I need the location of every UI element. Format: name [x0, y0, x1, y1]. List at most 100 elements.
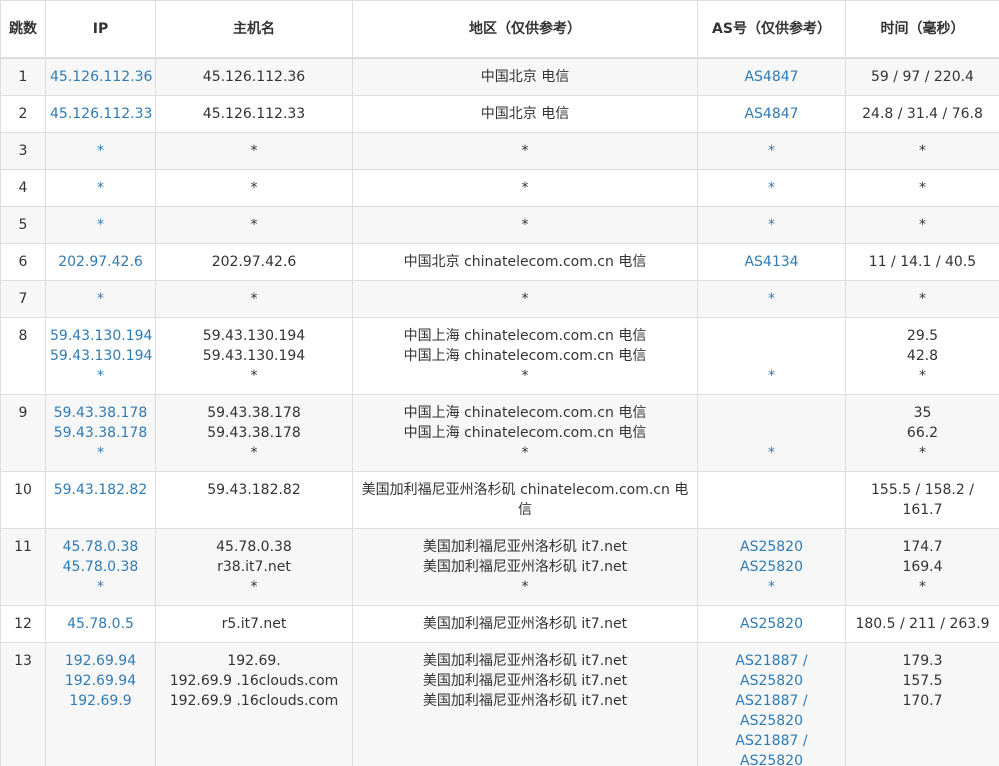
- cell-time-line: 59 / 97 / 220.4: [871, 69, 974, 85]
- cell-as-line[interactable]: AS4847: [702, 104, 841, 124]
- cell-as: AS25820: [697, 604, 846, 643]
- cell-host-line: 192.69.9 .16clouds.com: [169, 692, 339, 709]
- cell-host-line: 59.43.130.194: [202, 327, 306, 344]
- cell-as: AS4134: [697, 242, 846, 281]
- cell-host-line: 192.69.9 .16clouds.com: [169, 672, 339, 689]
- cell-hop: 10: [0, 470, 46, 529]
- cell-ip: 59.43.182.82: [45, 470, 156, 529]
- cell-ip-line[interactable]: 45.78.0.38: [50, 537, 151, 557]
- cell-ip: *: [45, 279, 156, 318]
- cell-time: 24.8 / 31.4 / 76.8: [845, 94, 999, 133]
- cell-ip-line[interactable]: 192.69.9: [50, 691, 151, 711]
- cell-time-line: *: [919, 179, 926, 196]
- header-hop: 跳数: [0, 0, 46, 59]
- cell-region-line: 美国加利福尼亚州洛杉矶 it7.net: [422, 692, 628, 709]
- cell-hop: 13: [0, 641, 46, 766]
- cell-ip-line[interactable]: 59.43.38.178: [50, 403, 151, 423]
- cell-ip-line[interactable]: 45.126.112.33: [50, 104, 152, 124]
- cell-as-line: [702, 326, 841, 346]
- cell-hop: 1: [0, 57, 46, 96]
- cell-host-line: 59.43.182.82: [207, 481, 301, 498]
- cell-ip-line[interactable]: 59.43.130.194: [50, 326, 152, 346]
- cell-as-line[interactable]: AS4847: [702, 67, 841, 87]
- cell-as-line: *: [768, 179, 775, 196]
- cell-as-line[interactable]: AS4134: [702, 252, 841, 272]
- cell-region-line: 信: [518, 501, 532, 518]
- cell-time-line: 35: [913, 404, 932, 421]
- cell-hop-value: 4: [18, 179, 28, 196]
- cell-as-line[interactable]: AS25820: [702, 614, 841, 634]
- cell-hop: 9: [0, 393, 46, 472]
- cell-as: AS21887 /AS25820 AS21887 /AS25820 AS21887 …: [697, 641, 846, 766]
- cell-region: 中国北京 chinatelecom.com.cn 电信: [352, 242, 698, 281]
- cell-as: *: [697, 168, 846, 207]
- cell-hop: 4: [0, 168, 46, 207]
- cell-ip: 45.126.112.33: [45, 94, 156, 133]
- table-row: 9 59.43.38.178 59.43.38.178 * 59.43.38.178 59…: [0, 393, 999, 472]
- cell-as-line[interactable]: AS21887 /: [702, 651, 841, 671]
- cell-hop: 11: [0, 527, 46, 606]
- cell-host: 45.126.112.33: [155, 94, 353, 133]
- cell-time: *: [845, 279, 999, 318]
- cell-time-line: 42.8: [906, 347, 939, 364]
- cell-as-line[interactable]: AS25820: [702, 711, 841, 731]
- cell-as-line: *: [768, 367, 775, 384]
- cell-hop: 3: [0, 131, 46, 170]
- cell-time-line: *: [919, 578, 926, 595]
- cell-ip: 59.43.38.178 59.43.38.178 *: [45, 393, 156, 472]
- cell-time-line: *: [919, 216, 926, 233]
- header-region: 地区（仅供参考）: [352, 0, 698, 59]
- cell-hop-value: 7: [18, 290, 28, 307]
- cell-ip-line[interactable]: 59.43.182.82: [50, 480, 151, 500]
- cell-time-line: 161.7: [902, 501, 943, 518]
- cell-ip-line[interactable]: 202.97.42.6: [50, 252, 151, 272]
- cell-ip-line[interactable]: 45.78.0.5: [50, 614, 151, 634]
- cell-host: r5.it7.net: [155, 604, 353, 643]
- cell-ip-line[interactable]: 192.69.94: [50, 651, 151, 671]
- cell-as-line[interactable]: AS25820: [702, 671, 841, 691]
- cell-region-line: *: [521, 290, 529, 307]
- cell-hop: 5: [0, 205, 46, 244]
- cell-host-line: *: [250, 290, 258, 307]
- cell-ip-line[interactable]: 192.69.94: [50, 671, 151, 691]
- cell-hop: 8: [0, 316, 46, 395]
- cell-as-line[interactable]: AS21887 /: [702, 731, 841, 751]
- cell-host: *: [155, 205, 353, 244]
- cell-as: [697, 470, 846, 529]
- cell-time-line: 174.7: [902, 538, 943, 555]
- cell-as-line[interactable]: AS21887 /: [702, 691, 841, 711]
- table-row: 10 59.43.182.82 59.43.182.82 美国加利福尼亚州洛杉矶 ch…: [0, 470, 999, 529]
- cell-hop: 12: [0, 604, 46, 643]
- cell-host-line: 202.97.42.6: [211, 253, 297, 270]
- cell-hop-value: 6: [18, 253, 28, 270]
- traceroute-table: 跳数 IP 主机名 地区（仅供参考） AS号（仅供参考） 时间（毫秒） 1 45.…: [0, 0, 999, 766]
- cell-ip-line[interactable]: 45.78.0.38: [50, 557, 151, 577]
- cell-region-line: 美国加利福尼亚州洛杉矶 it7.net: [422, 672, 628, 689]
- cell-as: *: [697, 316, 846, 395]
- cell-time: 35 66.2 *: [845, 393, 999, 472]
- header-host: 主机名: [155, 0, 353, 59]
- cell-region-line: *: [521, 179, 529, 196]
- cell-time-line: *: [919, 142, 926, 159]
- cell-time-line: 157.5: [902, 672, 943, 689]
- cell-host-line: 45.78.0.38: [216, 538, 292, 555]
- cell-ip-line: *: [97, 578, 104, 595]
- cell-time: *: [845, 168, 999, 207]
- cell-region-line: 中国上海 chinatelecom.com.cn 电信: [403, 327, 647, 344]
- table-row: 2 45.126.112.33 45.126.112.33 中国北京 电信 AS4847…: [0, 94, 999, 133]
- cell-host-line: 192.69.: [227, 652, 281, 669]
- cell-as-line: [702, 480, 841, 500]
- cell-hop-value: 11: [14, 538, 32, 555]
- cell-ip-line[interactable]: 59.43.130.194: [50, 346, 152, 366]
- cell-ip-line[interactable]: 45.126.112.36: [50, 67, 152, 87]
- cell-region-line: 中国上海 chinatelecom.com.cn 电信: [403, 424, 647, 441]
- cell-ip-line[interactable]: 59.43.38.178: [50, 423, 151, 443]
- cell-time-line: 29.5: [906, 327, 939, 344]
- cell-region-line: 美国加利福尼亚州洛杉矶 it7.net: [422, 538, 628, 555]
- cell-time: 179.3 157.5 170.7: [845, 641, 999, 766]
- cell-as-line[interactable]: AS25820: [702, 557, 841, 577]
- cell-as-line[interactable]: AS25820: [702, 537, 841, 557]
- cell-as-line[interactable]: AS25820: [702, 751, 841, 766]
- cell-region: *: [352, 131, 698, 170]
- table-row: 6 202.97.42.6 202.97.42.6 中国北京 chinatelecom…: [0, 242, 999, 281]
